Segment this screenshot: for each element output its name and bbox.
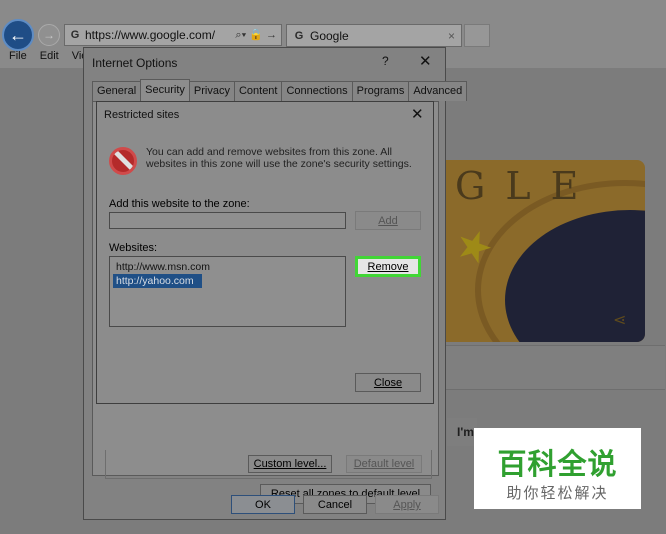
restricted-zone-icon: [109, 147, 137, 175]
tab-security[interactable]: Security: [140, 79, 190, 101]
tab-close-icon[interactable]: ×: [448, 29, 455, 43]
menu-edit[interactable]: Edit: [40, 50, 59, 66]
address-text: https://www.google.com/: [85, 28, 216, 42]
forward-arrow-icon: →: [43, 28, 55, 42]
watermark-logo: 百科全说 助你轻松解决: [474, 428, 641, 509]
websites-label: Websites:: [109, 242, 158, 254]
tab-google[interactable]: G Google ×: [286, 24, 462, 47]
tab-content[interactable]: Content: [233, 81, 283, 101]
custom-level-button[interactable]: Custom level...: [248, 455, 332, 473]
options-tabs: General Security Privacy Content Connect…: [92, 79, 468, 101]
close-icon[interactable]: ✕: [411, 105, 424, 123]
watermark-brand: 百科全说: [497, 447, 618, 481]
websites-list[interactable]: http://www.msn.com http://yahoo.com: [109, 256, 346, 327]
forward-button[interactable]: →: [38, 24, 60, 46]
dialog-title: Internet Options: [92, 56, 178, 70]
help-icon[interactable]: ?: [382, 54, 389, 68]
watermark-slogan: 助你轻松解决: [506, 484, 609, 502]
address-bar-icons[interactable]: ⌕▾ 🔒 →: [235, 28, 281, 42]
address-bar[interactable]: G https://www.google.com/ ⌕▾ 🔒 →: [64, 24, 282, 46]
tab-advanced[interactable]: Advanced: [408, 81, 468, 101]
list-item[interactable]: http://www.msn.com: [113, 260, 342, 274]
default-level-button[interactable]: Default level: [346, 455, 422, 473]
add-website-input[interactable]: [109, 212, 346, 229]
lucky-button[interactable]: I'm: [447, 418, 477, 446]
zone-description: You can add and remove websites from thi…: [146, 146, 412, 170]
google-doodle[interactable]: GLE ⋖: [445, 160, 645, 342]
add-button[interactable]: Add: [355, 211, 421, 230]
dialog-title: Restricted sites: [104, 109, 180, 121]
tab-privacy[interactable]: Privacy: [188, 81, 235, 101]
google-favicon-icon: G: [70, 29, 80, 41]
menu-bar: File Edit Vie: [0, 50, 87, 66]
restricted-sites-dialog: Restricted sites ✕ You can add and remov…: [96, 101, 434, 404]
remove-button[interactable]: Remove: [355, 256, 421, 277]
cancel-button[interactable]: Cancel: [303, 495, 367, 514]
apply-button[interactable]: Apply: [375, 495, 439, 514]
close-icon[interactable]: ✕: [419, 52, 432, 70]
tab-general[interactable]: General: [92, 81, 142, 101]
ok-button[interactable]: OK: [231, 495, 295, 514]
share-icon[interactable]: ⋖: [613, 310, 626, 330]
search-box[interactable]: [445, 345, 665, 390]
google-favicon-icon: G: [294, 29, 304, 42]
no-entry-bar: [112, 150, 134, 172]
tab-title: Google: [310, 28, 349, 43]
close-button[interactable]: Close: [355, 373, 421, 392]
tab-programs[interactable]: Programs: [351, 81, 410, 101]
back-button[interactable]: ←: [2, 19, 34, 51]
menu-file[interactable]: File: [9, 50, 27, 66]
new-tab-button[interactable]: [464, 24, 490, 47]
add-website-label: Add this website to the zone:: [109, 198, 250, 210]
list-item-selected[interactable]: http://yahoo.com: [113, 274, 202, 288]
back-arrow-icon: ←: [9, 24, 27, 45]
doodle-letters: GLE: [455, 164, 599, 208]
tab-connections[interactable]: Connections: [281, 81, 353, 101]
